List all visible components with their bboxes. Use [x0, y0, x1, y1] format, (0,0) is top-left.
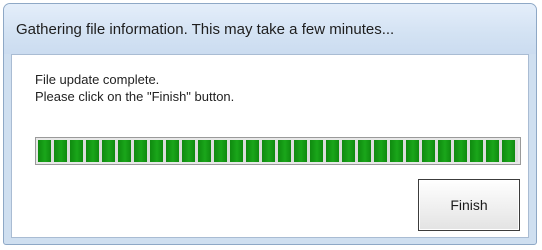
window-title: Gathering file information. This may tak… — [16, 21, 395, 38]
finish-button[interactable]: Finish — [418, 179, 520, 231]
dialog-content: File update complete. Please click on th… — [11, 54, 529, 238]
progress-bar — [35, 137, 521, 165]
title-bar[interactable]: Gathering file information. This may tak… — [4, 4, 536, 54]
progress-bar-fill — [38, 140, 518, 162]
status-message-line-1: File update complete. — [35, 72, 160, 87]
status-message-line-2: Please click on the "Finish" button. — [35, 89, 235, 104]
dialog-window: Gathering file information. This may tak… — [3, 3, 537, 245]
